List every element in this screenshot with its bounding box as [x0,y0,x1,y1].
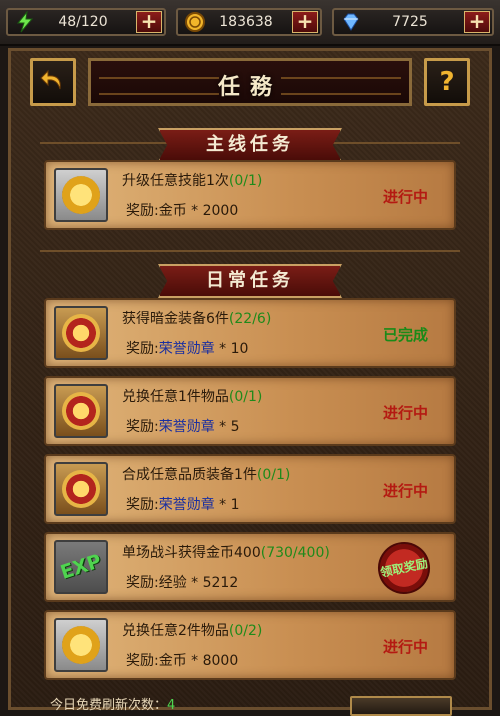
section-title-daily: 日常任务 [158,264,342,298]
quest-reward: 奖励:金币 * 8000 [126,653,239,669]
diamond-icon [343,13,359,31]
medal-icon [54,462,108,516]
quest-row-1[interactable]: 获得暗金装备6件(22/6) 奖励:荣誉勋章 * 10 已完成 [44,298,456,368]
back-button[interactable] [30,58,76,106]
gold-counter: 183638 + [176,8,322,36]
quest-status: 进行中 [382,638,428,656]
lightning-icon [16,11,34,33]
diamond-value: 7725 [392,14,428,30]
coin-icon [54,168,108,222]
quest-row-0[interactable]: 升级任意技能1次(0/1) 奖励:金币 * 2000 进行中 [44,160,456,230]
refresh-button[interactable] [350,696,452,716]
quest-status: 进行中 [382,188,428,206]
page-title: 任務 [217,75,282,100]
quest-title: 兑换任意1件物品(0/1) [122,389,263,405]
coin-icon [54,618,108,672]
quest-title: 合成任意品质装备1件(0/1) [122,467,291,483]
energy-counter: 48/120 + [6,8,166,36]
claim-reward-button[interactable]: 领取奖励 [373,537,435,599]
add-gold-button[interactable]: + [292,11,318,33]
section-title-main: 主线任务 [158,128,342,162]
quest-reward: 奖励:荣誉勋章 * 5 [126,419,240,435]
quest-row-2[interactable]: 兑换任意1件物品(0/1) 奖励:荣誉勋章 * 5 进行中 [44,376,456,446]
title-bar: 任務 [88,58,412,106]
help-button[interactable]: ? [424,58,470,106]
coin-icon [185,12,205,32]
quest-status: 进行中 [382,404,428,422]
quest-title: 兑换任意2件物品(0/2) [122,623,263,639]
quest-row-4[interactable]: EXP 单场战斗获得金币400(730/400) 奖励:经验 * 5212 领取… [44,532,456,602]
medal-icon [54,384,108,438]
quest-title: 升级任意技能1次(0/1) [122,173,263,189]
quest-status: 已完成 [382,326,428,344]
refresh-count: 4 [167,698,176,713]
exp-icon: EXP [54,540,108,594]
refresh-label: 今日免费刷新次数： [50,698,168,713]
quest-header: 任務 ? [30,54,470,112]
quest-row-3[interactable]: 合成任意品质装备1件(0/1) 奖励:荣誉勋章 * 1 进行中 [44,454,456,524]
diamond-counter: 7725 + [332,8,494,36]
add-energy-button[interactable]: + [136,11,162,33]
quest-reward: 奖励:金币 * 2000 [126,203,239,219]
medal-icon [54,306,108,360]
refresh-info: 今日免费刷新次数：4 [50,694,175,713]
quest-reward: 奖励:经验 * 5212 [126,575,239,591]
resource-bar: 48/120 + 183638 + 7725 + [0,0,500,46]
quest-title: 获得暗金装备6件(22/6) [122,311,272,327]
quest-status: 进行中 [382,482,428,500]
add-diamond-button[interactable]: + [464,11,490,33]
back-arrow-icon [40,69,61,90]
section-divider [40,250,460,262]
quest-reward: 奖励:荣誉勋章 * 1 [126,497,240,513]
quest-title: 单场战斗获得金币400(730/400) [122,545,330,561]
gold-value: 183638 [219,14,273,30]
quest-reward: 奖励:荣誉勋章 * 10 [126,341,249,357]
energy-value: 48/120 [58,14,108,30]
quest-row-5[interactable]: 兑换任意2件物品(0/2) 奖励:金币 * 8000 进行中 [44,610,456,680]
